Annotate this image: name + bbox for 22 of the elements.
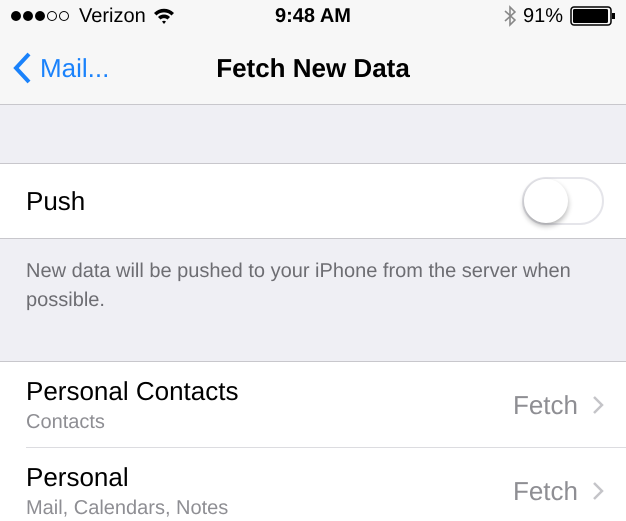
signal-icon [10, 9, 72, 23]
battery-percentage: 91% [522, 4, 563, 28]
clock-time: 9:48 AM [274, 4, 352, 28]
bluetooth-icon [504, 5, 516, 27]
chevron-right-icon [592, 395, 604, 415]
push-toggle[interactable] [522, 177, 604, 225]
chevron-right-icon [592, 481, 604, 501]
account-name: Personal [26, 462, 130, 493]
account-name: Personal Contacts [26, 376, 238, 407]
carrier-name: Verizon [79, 4, 146, 28]
fetch-setting: Fetch [512, 390, 578, 420]
account-services: Contacts [26, 411, 106, 434]
fetch-setting: Fetch [512, 476, 578, 506]
battery-icon [570, 6, 616, 26]
account-row[interactable]: Personal Contacts Contacts Fetch [0, 362, 626, 448]
chevron-left-icon [12, 51, 32, 85]
push-description: New data will be pushed to your iPhone from the server when possible. [25, 259, 572, 313]
wifi-icon [152, 7, 175, 25]
screen-title: Fetch New Data [215, 52, 411, 84]
account-services: Mail, Calendars, Notes [26, 497, 228, 520]
account-row[interactable]: Personal Mail, Calendars, Notes Fetch [0, 448, 626, 521]
push-label: Push [26, 186, 86, 216]
